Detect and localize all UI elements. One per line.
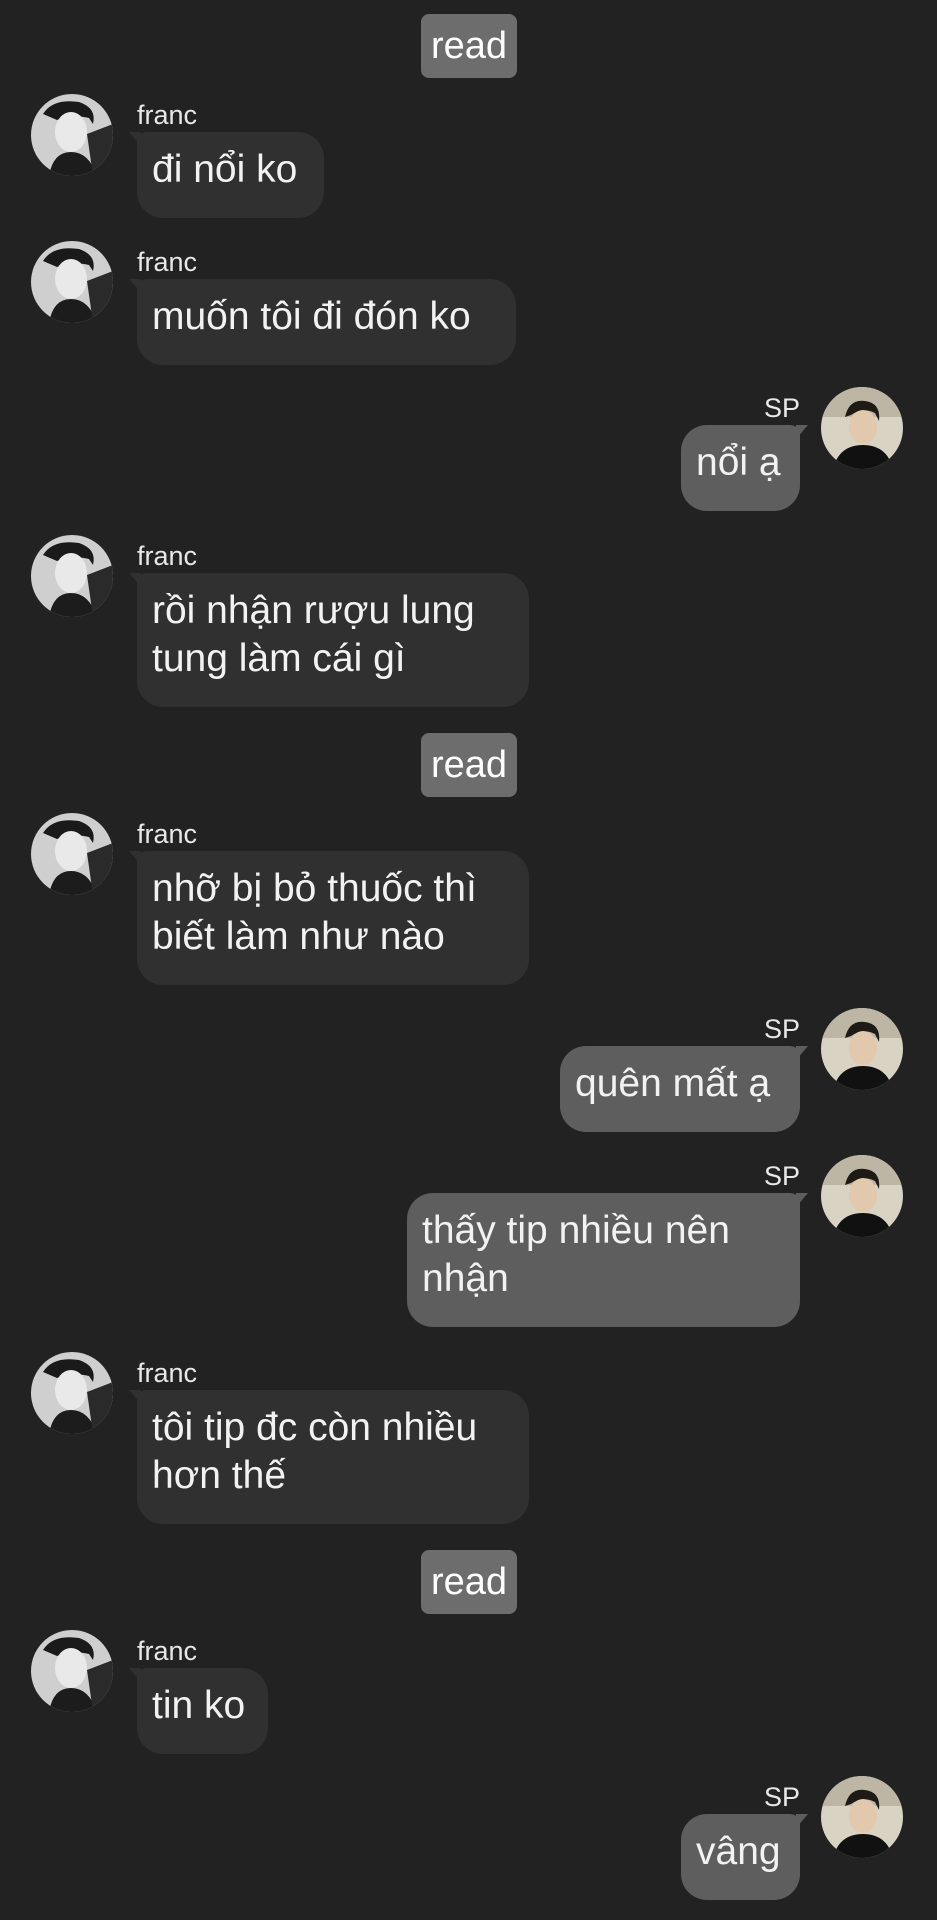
message-bubble-outgoing[interactable]: thấy tip nhiều nên nhận [407,1193,808,1327]
message-bubble-incoming[interactable]: rồi nhận rượu lung tung làm cái gì [129,573,529,707]
sender-name-franc: franc [137,100,198,130]
avatar-sp-icon[interactable] [821,1155,903,1237]
sender-name-franc: franc [137,819,198,849]
avatar-franc-icon[interactable] [31,241,113,323]
read-divider: read [421,14,517,78]
avatar-franc-icon[interactable] [31,1352,113,1434]
avatar-franc-icon[interactable] [31,535,113,617]
message-bubble-outgoing[interactable]: nổi ạ [681,425,808,511]
avatar-franc-icon[interactable] [31,1630,113,1712]
message-bubble-incoming[interactable]: muốn tôi đi đón ko [129,279,516,365]
message-bubble-incoming[interactable]: tôi tip đc còn nhiều hơn thế [129,1390,529,1524]
message-bubble-incoming[interactable]: đi nổi ko [129,132,324,218]
sender-name-franc: franc [137,1636,198,1666]
message-bubble-incoming[interactable]: tin ko [129,1668,268,1754]
sender-name-sp: SP [763,1782,800,1812]
sender-name-franc: franc [137,247,198,277]
sender-name-sp: SP [763,393,800,423]
avatar-sp-icon[interactable] [821,387,903,469]
message-bubble-incoming[interactable]: nhỡ bị bỏ thuốc thì biết làm như nào [129,851,529,985]
message-bubble-outgoing[interactable]: vâng [681,1814,808,1900]
avatar-sp-icon[interactable] [821,1008,903,1090]
avatar-franc-icon[interactable] [31,813,113,895]
read-divider: read [421,1550,517,1614]
sender-name-sp: SP [763,1014,800,1044]
read-divider: read [421,733,517,797]
message-bubble-outgoing[interactable]: quên mất ạ [560,1046,808,1132]
sender-name-franc: franc [137,1358,198,1388]
sender-name-franc: franc [137,541,198,571]
avatar-sp-icon[interactable] [821,1776,903,1858]
chat-thread[interactable]: read franc đi nổi ko franc muốn tôi đi đ… [0,0,937,1920]
avatar-franc-icon[interactable] [31,94,113,176]
sender-name-sp: SP [763,1161,800,1191]
